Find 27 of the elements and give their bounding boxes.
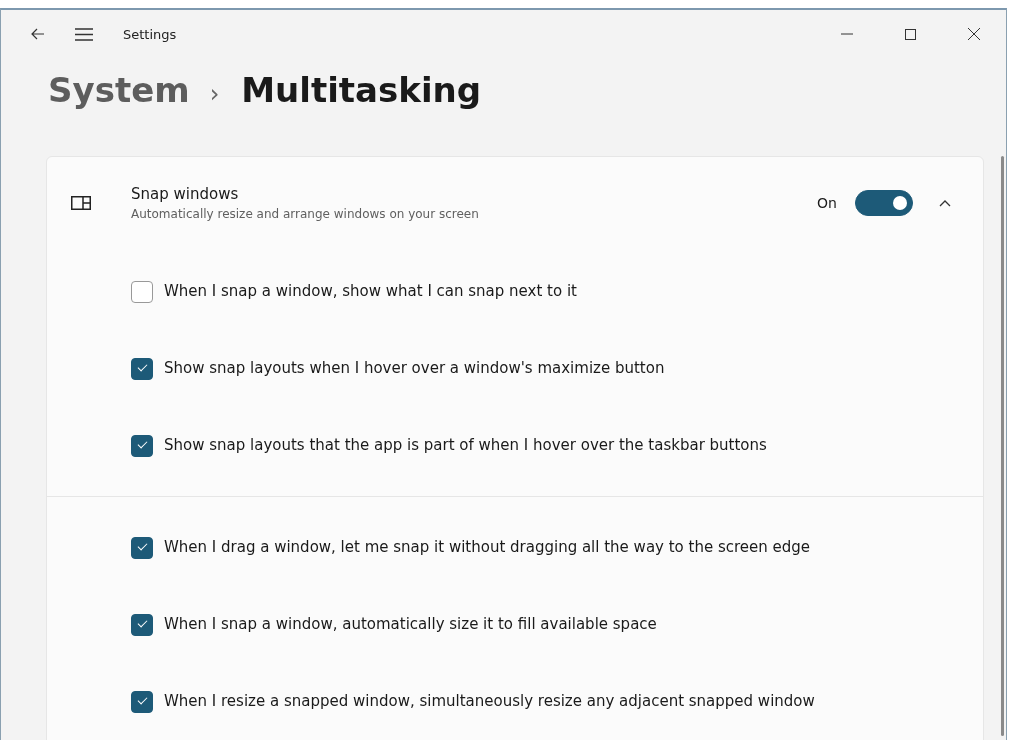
checkbox[interactable] [131,613,153,636]
breadcrumb-separator: › [209,80,220,108]
checkbox-label: Show snap layouts that the app is part of when I hover over the taskbar buttons [164,435,767,457]
chevron-icon[interactable] [939,199,951,207]
checkbox[interactable] [131,536,153,559]
checkbox[interactable] [131,280,153,303]
back-icon[interactable] [31,28,45,40]
checkbox-label: When I snap a window, show what I can snap next to it [164,281,577,303]
toggle-state-label: On [817,195,837,211]
checkbox-label: Show snap layouts when I hover over a window's maximize button [164,358,665,380]
maximize-icon[interactable] [905,28,916,40]
checkbox[interactable] [131,357,153,380]
checkbox[interactable] [131,690,153,713]
setting-description: Automatically resize and arrange windows on your screen [131,207,479,221]
breadcrumb-parent[interactable]: System [48,70,190,110]
window-title: Settings [123,26,177,42]
toggle-switch[interactable] [855,190,913,216]
snap-layout-icon [71,196,91,210]
checkbox-label: When I snap a window, automatically size it to fill available space [164,614,657,636]
scrollbar[interactable] [1001,156,1004,736]
checkbox[interactable] [131,434,153,457]
close-icon[interactable] [968,28,980,40]
checkbox-label: When I resize a snapped window, simultaneously resize any adjacent snapped window [164,691,815,713]
page-title: Multitasking [241,70,482,110]
setting-title: Snap windows [131,185,240,203]
menu-icon[interactable] [75,27,93,41]
checkbox-label: When I drag a window, let me snap it without dragging all the way to the screen edge [164,537,811,559]
